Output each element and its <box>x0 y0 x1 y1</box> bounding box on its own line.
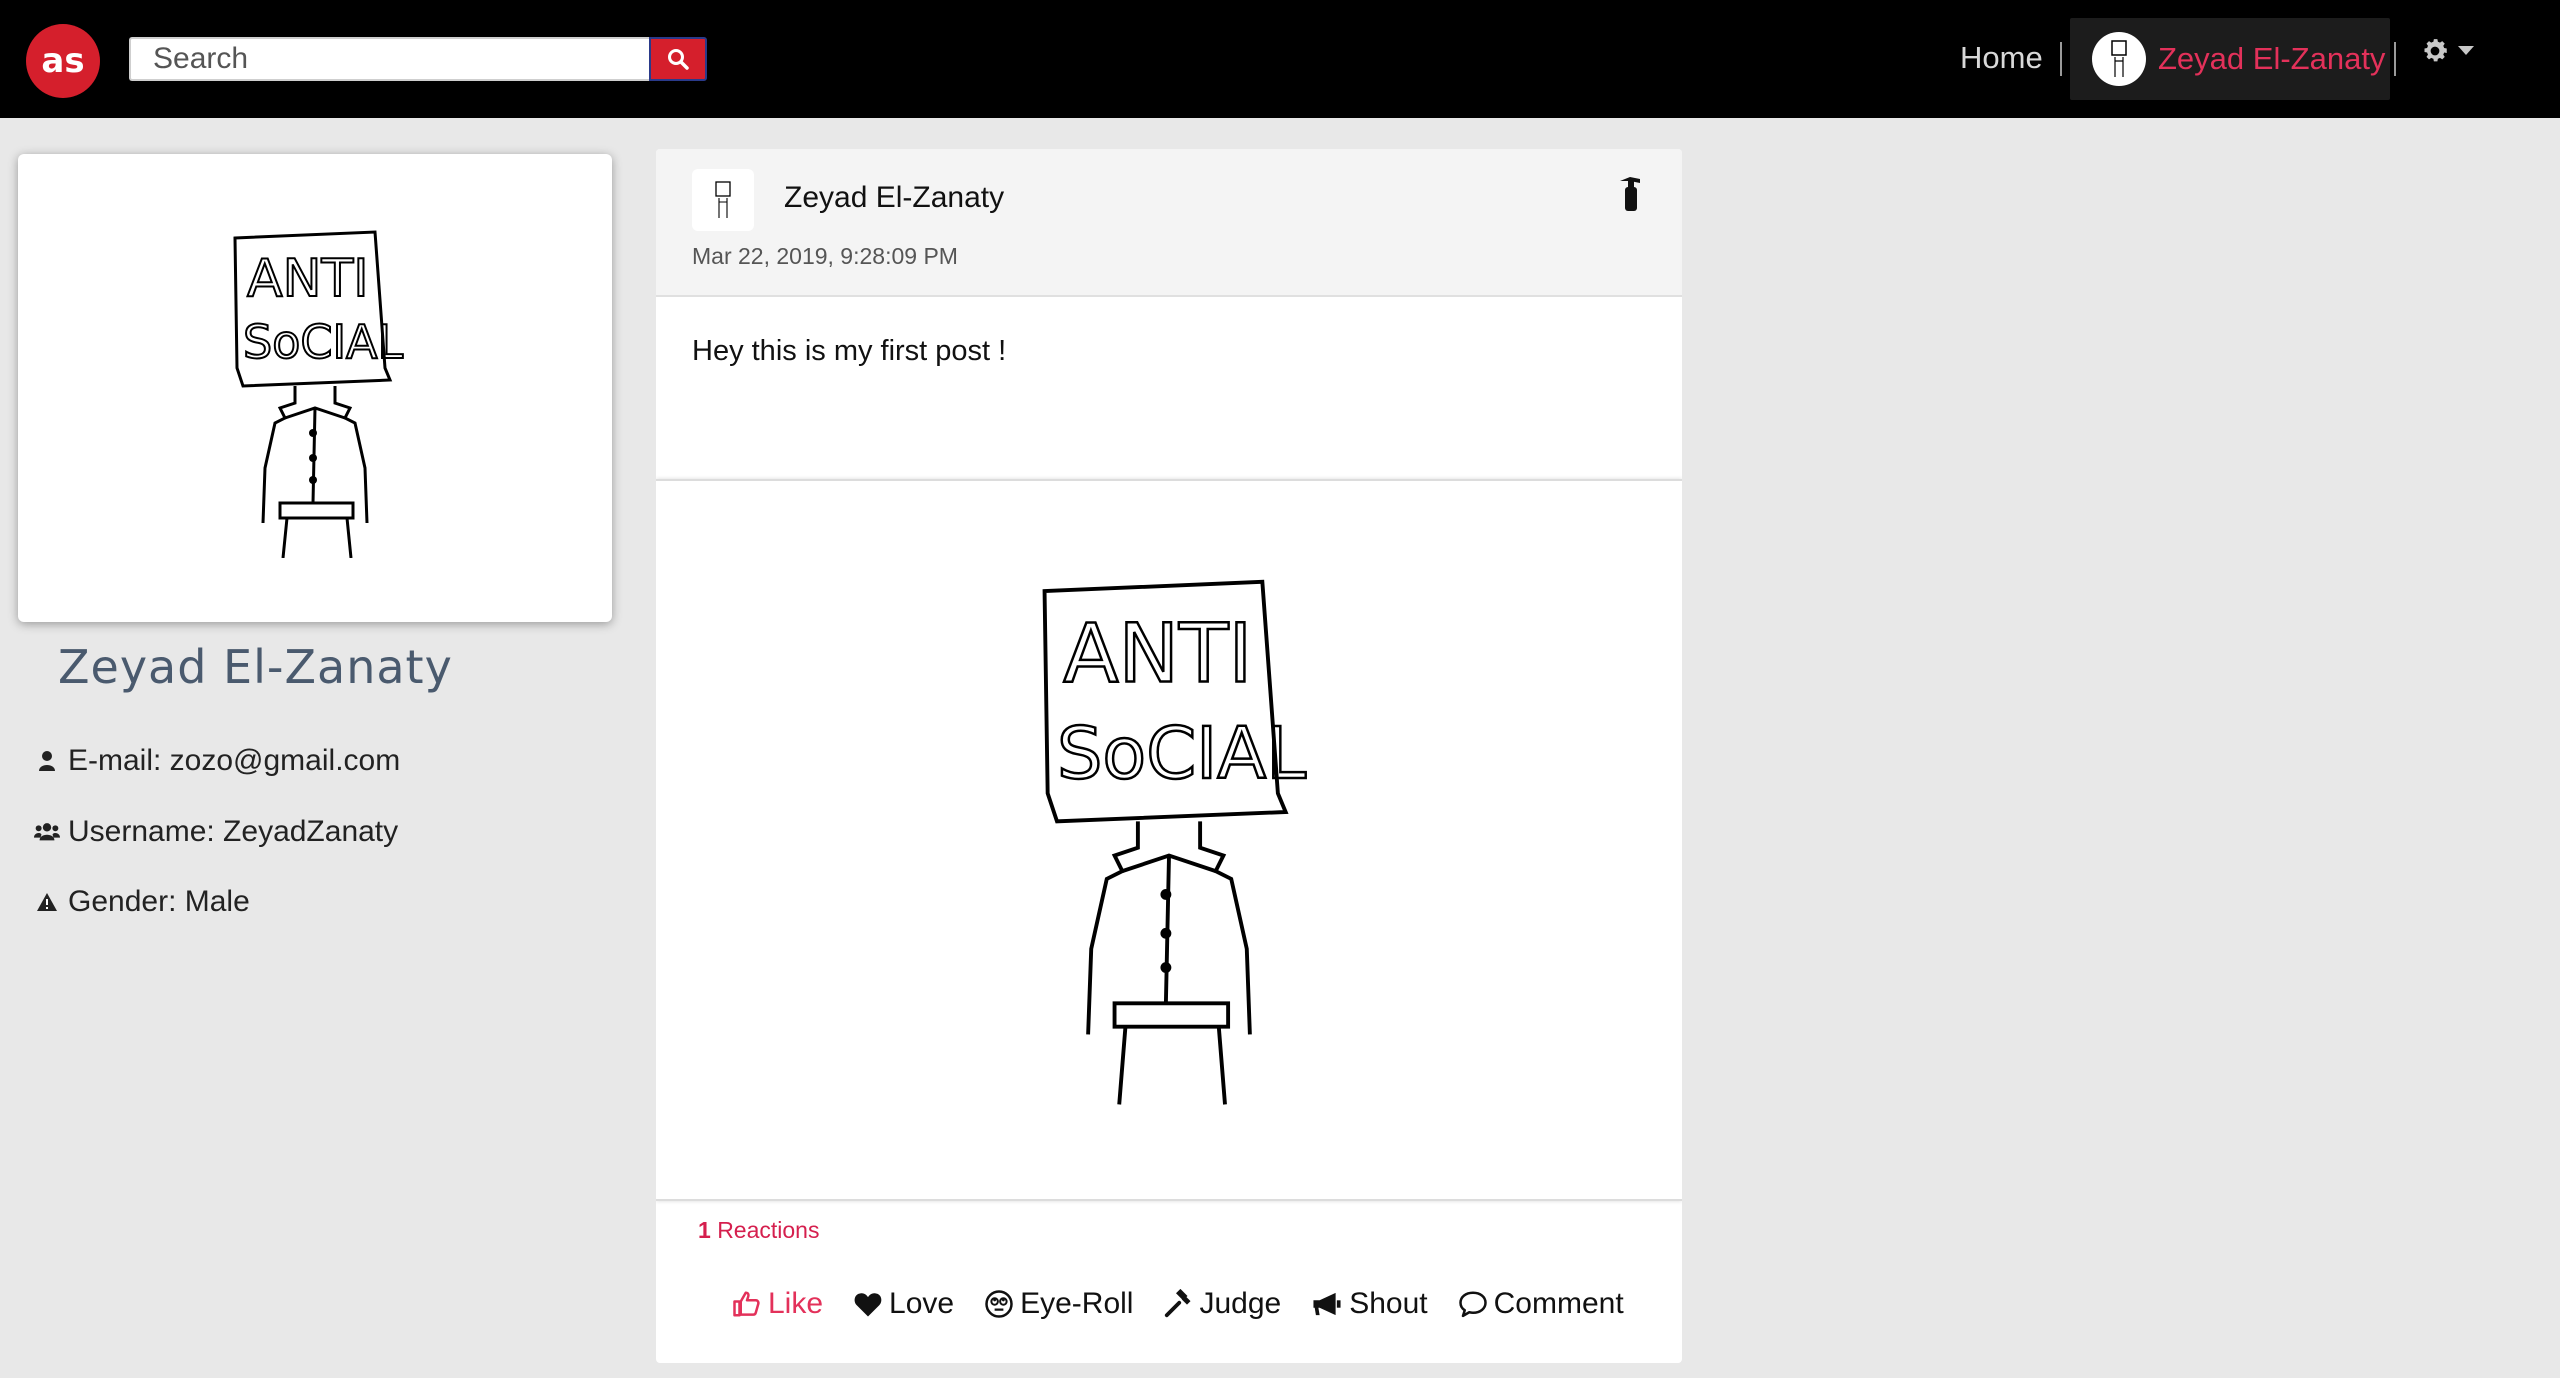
profile-picture: ANTI SoCIAL <box>233 230 404 558</box>
post-image-text-2: SoCIAL <box>1057 712 1306 795</box>
svg-text:as: as <box>41 41 84 81</box>
profile-email-row: E-mail: zozo@gmail.com <box>34 744 400 778</box>
reactions-label: Reactions <box>717 1217 820 1243</box>
post-image[interactable]: ANTI SoCIAL <box>656 479 1682 1201</box>
post-options-button[interactable] <box>1616 173 1646 213</box>
nav-home-link[interactable]: Home <box>1960 40 2043 76</box>
comment-button[interactable]: Comment <box>1458 1287 1624 1321</box>
post-timestamp: Mar 22, 2019, 9:28:09 PM <box>692 243 958 269</box>
thumbs-up-icon <box>733 1291 760 1317</box>
post-author-name[interactable]: Zeyad El-Zanaty <box>784 181 1004 215</box>
love-button[interactable]: Love <box>853 1287 954 1321</box>
search-input[interactable] <box>129 37 649 81</box>
profile-gender-row: Gender: Male <box>34 885 250 919</box>
nav-divider <box>2060 42 2062 76</box>
post-image-text-1: ANTI <box>1063 607 1252 701</box>
gavel-icon <box>1165 1289 1192 1318</box>
shout-label: Shout <box>1349 1287 1428 1320</box>
love-label: Love <box>889 1287 955 1320</box>
fire-extinguisher-icon <box>1620 177 1640 211</box>
post-image-drawing: ANTI SoCIAL <box>1042 579 1307 1105</box>
comment-label: Comment <box>1493 1287 1624 1320</box>
search-icon <box>668 49 689 70</box>
users-icon <box>34 819 60 845</box>
like-label: Like <box>768 1287 824 1320</box>
reactions-count[interactable]: 1 Reactions <box>698 1217 819 1244</box>
search-bar <box>129 37 709 81</box>
post-text: Hey this is my first post ! <box>692 335 1007 367</box>
like-button[interactable]: Like <box>732 1287 823 1321</box>
eyeroll-face-icon <box>985 1290 1013 1318</box>
profile-name: Zeyad El-Zanaty <box>58 640 453 694</box>
heart-icon <box>854 1293 882 1317</box>
post-author-avatar[interactable] <box>692 169 754 231</box>
profile-gender: Gender: Male <box>68 885 250 918</box>
eyeroll-button[interactable]: Eye-Roll <box>984 1287 1133 1321</box>
settings-dropdown[interactable] <box>2420 36 2474 66</box>
profile-email: E-mail: zozo@gmail.com <box>68 744 401 777</box>
gear-icon <box>2424 39 2447 62</box>
nav-divider <box>2394 42 2396 76</box>
nav-profile-name: Zeyad El-Zanaty <box>2158 41 2386 76</box>
nav-avatar <box>2092 32 2146 86</box>
profile-image-text-1: ANTI <box>247 249 369 309</box>
caret-down-icon <box>2458 46 2474 55</box>
top-navbar: as Home Zeyad El-Zanaty <box>0 0 2560 118</box>
judge-label: Judge <box>1199 1287 1282 1320</box>
search-button[interactable] <box>649 37 707 81</box>
nav-profile-link[interactable]: Zeyad El-Zanaty <box>2070 18 2390 100</box>
profile-image-text-2: SoCIAL <box>243 315 403 369</box>
eyeroll-label: Eye-Roll <box>1020 1287 1134 1320</box>
post-header: Zeyad El-Zanaty Mar 22, 2019, 9:28:09 PM <box>656 149 1682 297</box>
profile-username: Username: ZeyadZanaty <box>68 815 399 848</box>
bullhorn-icon <box>1313 1292 1341 1316</box>
profile-username-row: Username: ZeyadZanaty <box>34 815 398 849</box>
shout-button[interactable]: Shout <box>1311 1287 1428 1321</box>
judge-button[interactable]: Judge <box>1163 1287 1281 1321</box>
post-card: Zeyad El-Zanaty Mar 22, 2019, 9:28:09 PM… <box>656 149 1682 1363</box>
user-icon <box>34 748 60 774</box>
reaction-bar: Like Love Eye-Roll Judge Shout Comment <box>732 1287 1624 1321</box>
comment-icon <box>1458 1291 1487 1318</box>
profile-picture-card: ANTI SoCIAL <box>18 154 612 622</box>
reactions-number: 1 <box>698 1217 711 1243</box>
app-logo[interactable]: as <box>26 24 100 98</box>
warning-icon <box>34 889 60 915</box>
